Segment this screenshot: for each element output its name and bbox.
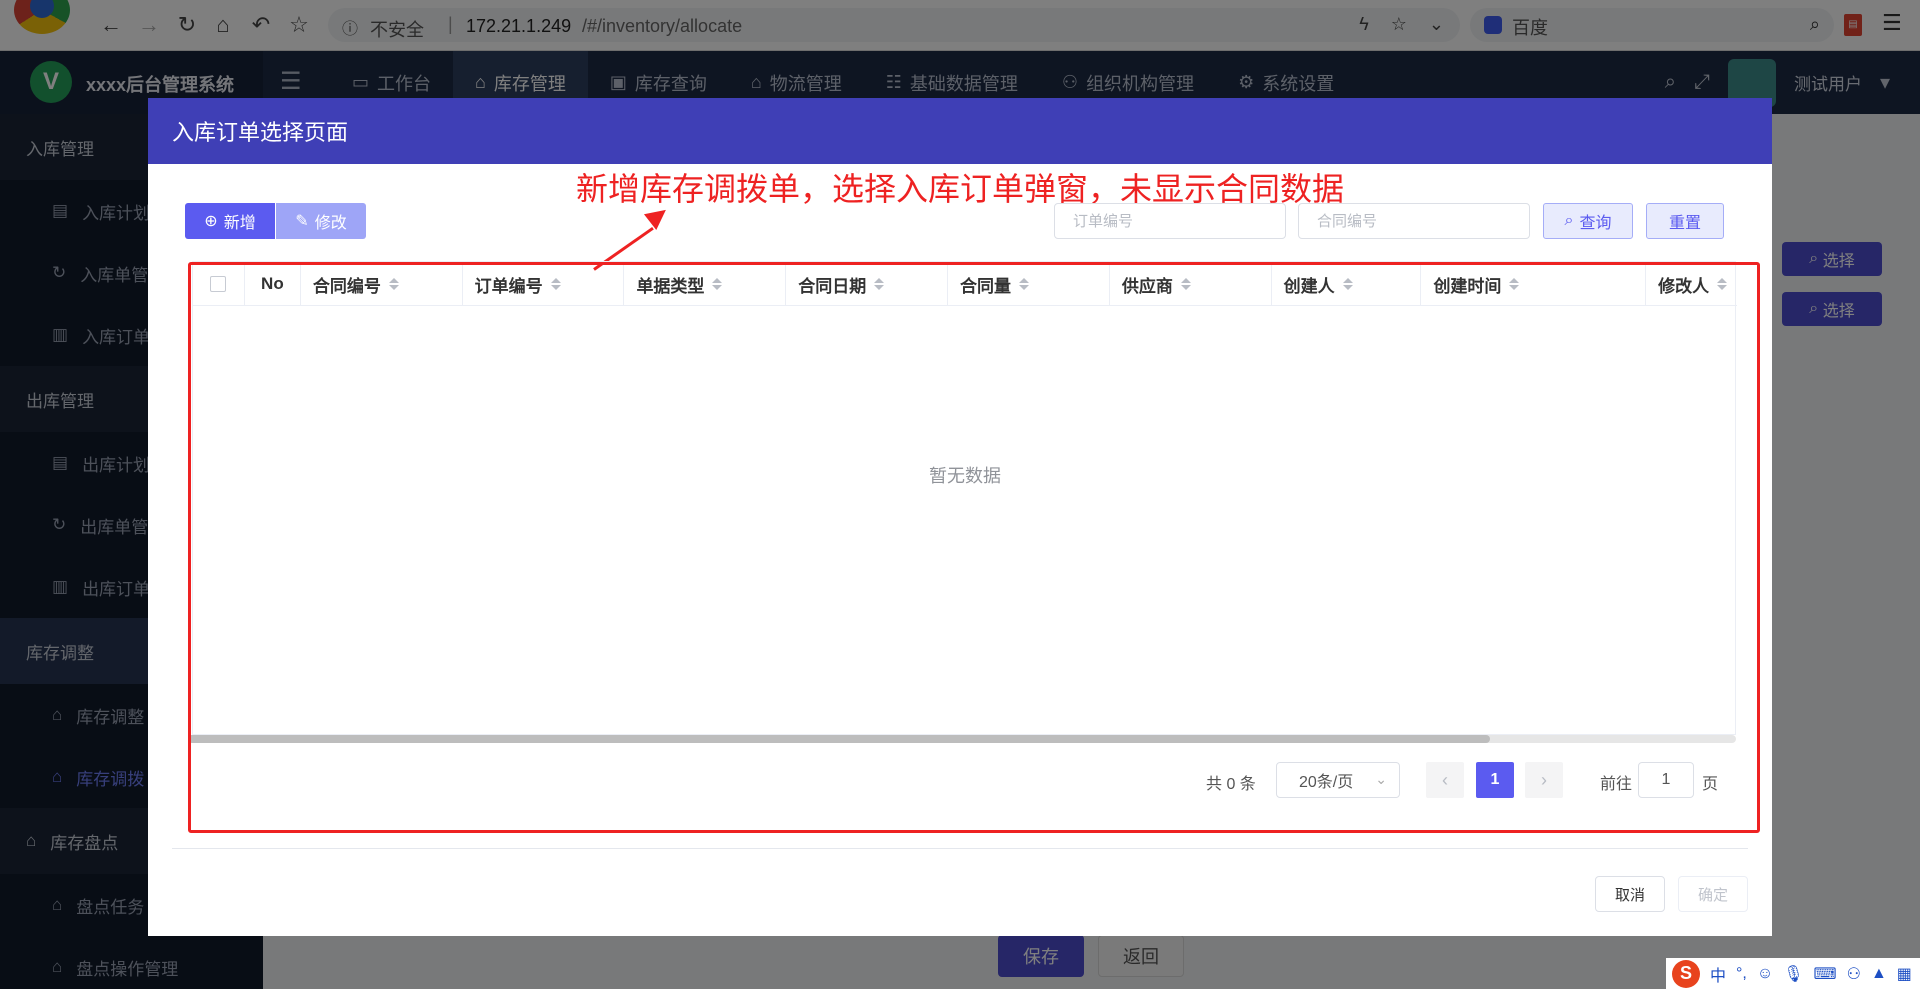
add-label: 新增	[223, 215, 256, 232]
reset-button[interactable]: 重置	[1646, 203, 1724, 239]
edit-label: 修改	[314, 215, 347, 232]
microphone-icon[interactable]: 🎙	[1783, 964, 1803, 984]
grid-icon[interactable]: ▦	[1897, 964, 1912, 984]
plus-circle-icon: ⊕	[204, 213, 218, 230]
order-no-input[interactable]	[1054, 203, 1286, 239]
next-page-button[interactable]: ›	[1525, 762, 1563, 798]
punctuation-icon[interactable]: °,	[1736, 965, 1747, 983]
edit-icon: ✎	[295, 213, 309, 230]
cancel-button[interactable]: 取消	[1595, 876, 1665, 912]
sogou-icon[interactable]: S	[1672, 959, 1700, 988]
skin-icon[interactable]: ▲	[1871, 965, 1887, 983]
query-button[interactable]: ⌕ 查询	[1543, 203, 1633, 239]
add-button[interactable]: ⊕ 新增	[185, 203, 275, 239]
page-size-select[interactable]: 20条/页 ⌄	[1276, 762, 1400, 798]
divider	[172, 848, 1748, 849]
page-unit-label: 页	[1702, 776, 1719, 793]
emoji-icon[interactable]: ☺	[1757, 965, 1773, 983]
pagination: 共 0 条 20条/页 ⌄ ‹ 1 › 前往 页	[148, 762, 1772, 798]
chevron-down-icon: ⌄	[1375, 771, 1387, 787]
total-count: 共 0 条	[1206, 776, 1256, 793]
annotation-highlight-frame	[188, 262, 1760, 833]
page-number-current[interactable]: 1	[1476, 762, 1514, 798]
confirm-button[interactable]: 确定	[1678, 876, 1748, 912]
ime-toolbar: S 中 °, ☺ 🎙 ⌨ ⚇ ▲ ▦	[1666, 958, 1920, 989]
order-select-dialog: 入库订单选择页面 新增库存调拨单，选择入库订单弹窗，未显示合同数据 ⊕ 新增 ✎ 修…	[148, 98, 1772, 936]
search-icon: ⌕	[1564, 212, 1574, 229]
user-icon[interactable]: ⚇	[1847, 964, 1861, 984]
page-size-value: 20条/页	[1299, 774, 1354, 791]
goto-page-input[interactable]	[1638, 762, 1694, 798]
ime-mode-label[interactable]: 中	[1710, 962, 1726, 986]
query-label: 查询	[1579, 215, 1612, 232]
goto-label: 前往	[1600, 776, 1633, 793]
prev-page-button[interactable]: ‹	[1426, 762, 1464, 798]
dialog-title: 入库订单选择页面	[148, 98, 1772, 164]
keyboard-icon[interactable]: ⌨	[1814, 964, 1837, 984]
contract-no-input[interactable]	[1298, 203, 1530, 239]
edit-button[interactable]: ✎ 修改	[276, 203, 366, 239]
